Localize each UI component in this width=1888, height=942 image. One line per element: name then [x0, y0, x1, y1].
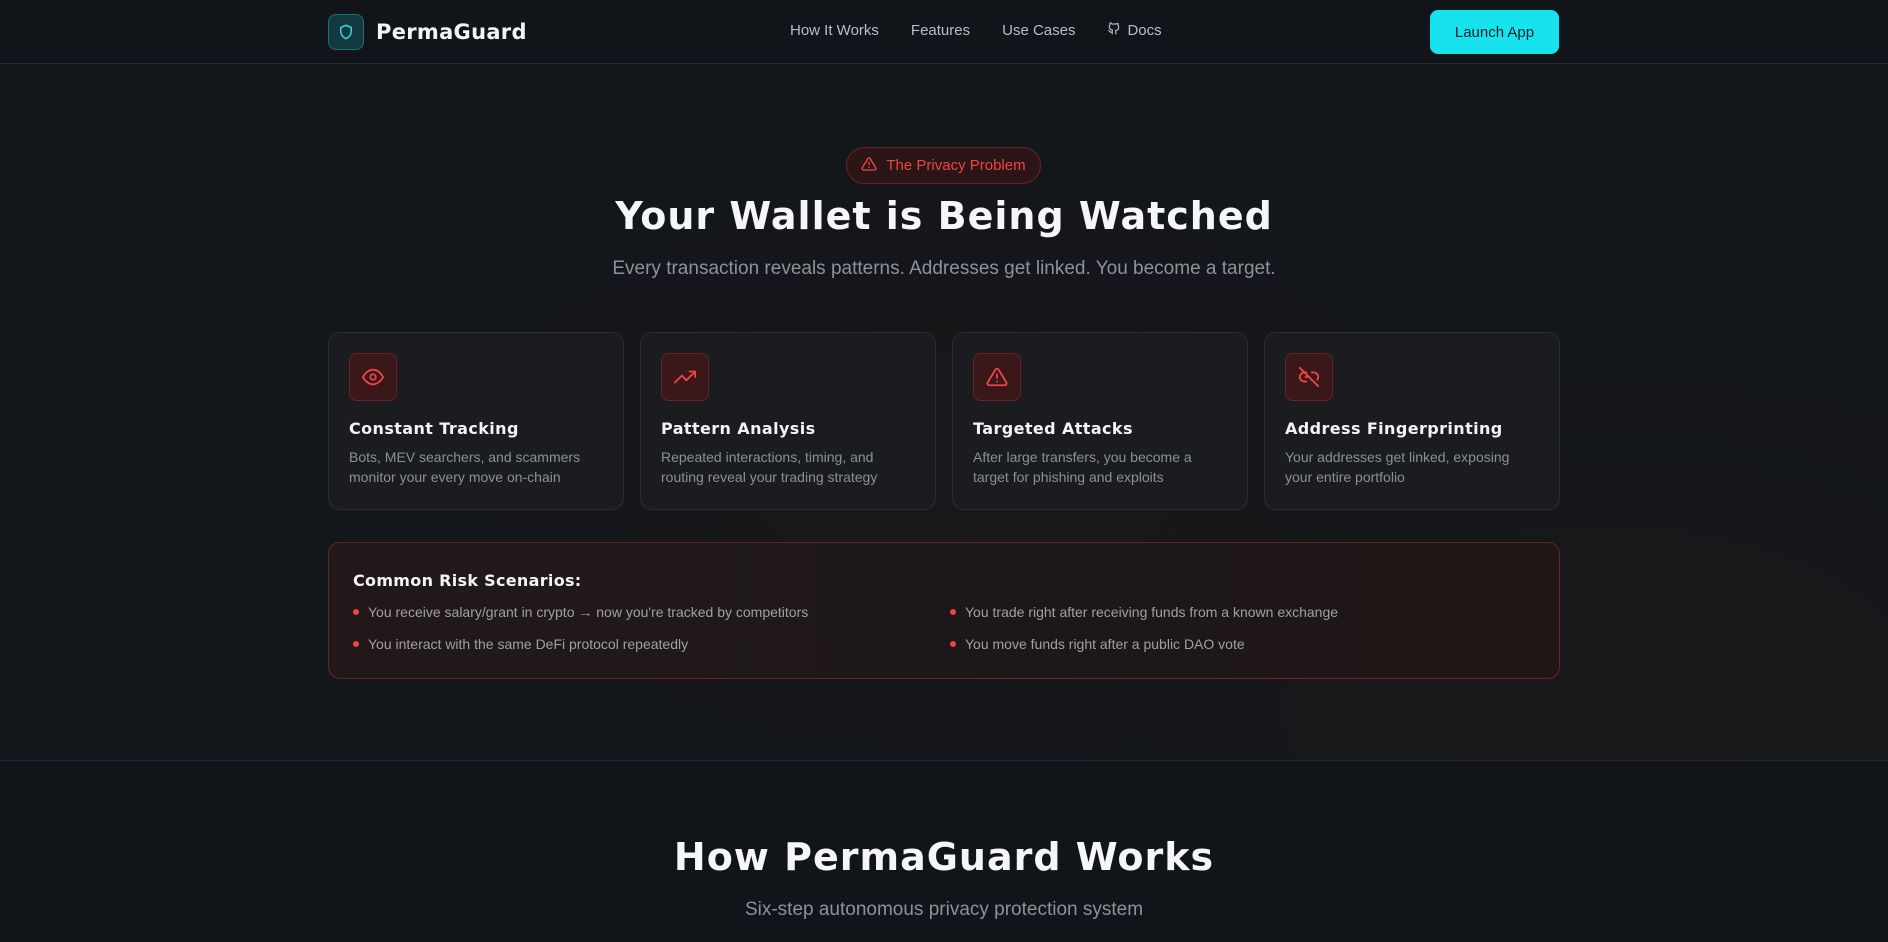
hero-subtitle: Every transaction reveals patterns. Addr… [612, 258, 1276, 279]
warning-icon [861, 156, 878, 176]
card-pattern-analysis: Pattern Analysis Repeated interactions, … [640, 332, 936, 510]
card-targeted-attacks: Targeted Attacks After large transfers, … [952, 332, 1248, 510]
risk-item: You receive salary/grant in crypto → now… [353, 604, 808, 620]
card-constant-tracking: Constant Tracking Bots, MEV searchers, a… [328, 332, 624, 510]
card-title: Targeted Attacks [973, 419, 1133, 438]
card-title: Address Fingerprinting [1285, 419, 1503, 438]
nav-link-label: Features [910, 21, 971, 39]
card-description-line: routing reveal your trading strategy [661, 469, 878, 485]
card-description: Your addresses get linked, exposing your… [1285, 447, 1539, 487]
card-address-fingerprinting: Address Fingerprinting Your addresses ge… [1264, 332, 1560, 510]
card-description-line: Bots, MEV searchers, and scammers [349, 449, 581, 465]
card-title: Constant Tracking [349, 419, 519, 438]
brand-name: PermaGuard [376, 20, 527, 44]
nav-link-docs[interactable]: Docs [1107, 21, 1162, 39]
bullet-dot [353, 609, 359, 615]
card-description-line: After large transfers, you become a [973, 449, 1192, 465]
badge-label: The Privacy Problem [886, 157, 1026, 174]
trending-up-icon [661, 353, 709, 401]
risk-item: You interact with the same DeFi protocol… [353, 636, 688, 652]
how-it-works-title: How PermaGuard Works [673, 835, 1215, 879]
nav-link-label: How It Works [790, 21, 879, 39]
risk-item-text: You trade right after receiving funds fr… [965, 604, 1339, 620]
risk-item: You trade right after receiving funds fr… [950, 604, 1338, 620]
card-description-line: monitor your every move on-chain [349, 469, 561, 485]
nav-link-label: Use Cases [1002, 21, 1076, 39]
bullet-dot [950, 609, 956, 615]
nav-links: How It Works Features Use Cases Docs [790, 21, 1162, 39]
risk-item-text: You interact with the same DeFi protocol… [368, 636, 689, 652]
eye-icon [349, 353, 397, 401]
risk-item-text: You move funds right after a public DAO … [965, 636, 1245, 652]
warning-icon [973, 353, 1021, 401]
hero-title: Your Wallet is Being Watched [615, 194, 1273, 238]
card-description-line: Repeated interactions, timing, and [661, 449, 874, 465]
risk-item-text: You receive salary/grant in crypto → now… [368, 604, 809, 620]
card-description: Repeated interactions, timing, and routi… [661, 447, 915, 487]
threat-cards: Constant Tracking Bots, MEV searchers, a… [328, 332, 1560, 510]
shield-icon [328, 14, 364, 50]
nav-link-features[interactable]: Features [911, 21, 970, 39]
launch-app-button[interactable]: Launch App [1430, 10, 1559, 54]
card-description-line: your entire portfolio [1285, 469, 1405, 485]
card-title: Pattern Analysis [661, 419, 816, 438]
brand-logo[interactable]: PermaGuard [328, 14, 527, 50]
card-description: Bots, MEV searchers, and scammers monito… [349, 447, 603, 487]
unlink-icon [1285, 353, 1333, 401]
card-description-line: Your addresses get linked, exposing [1285, 449, 1510, 465]
card-description-line: target for phishing and exploits [973, 469, 1164, 485]
bullet-dot [950, 641, 956, 647]
nav-link-use-cases[interactable]: Use Cases [1002, 21, 1075, 39]
how-it-works-subtitle: Six-step autonomous privacy protection s… [744, 899, 1144, 920]
bullet-dot [353, 641, 359, 647]
page: PermaGuard How It Works Features Use Cas… [0, 0, 1888, 942]
risk-item: You move funds right after a public DAO … [950, 636, 1245, 652]
nav-link-how-it-works[interactable]: How It Works [790, 21, 879, 39]
card-description: After large transfers, you become a targ… [973, 447, 1227, 487]
risk-scenarios-box: Common Risk Scenarios: You receive salar… [328, 542, 1560, 679]
privacy-problem-badge: The Privacy Problem [846, 147, 1041, 184]
top-navbar: PermaGuard How It Works Features Use Cas… [0, 0, 1888, 64]
github-icon [1107, 21, 1121, 39]
nav-link-label: Docs [1127, 21, 1162, 39]
risk-scenarios-title: Common Risk Scenarios: [353, 571, 582, 590]
